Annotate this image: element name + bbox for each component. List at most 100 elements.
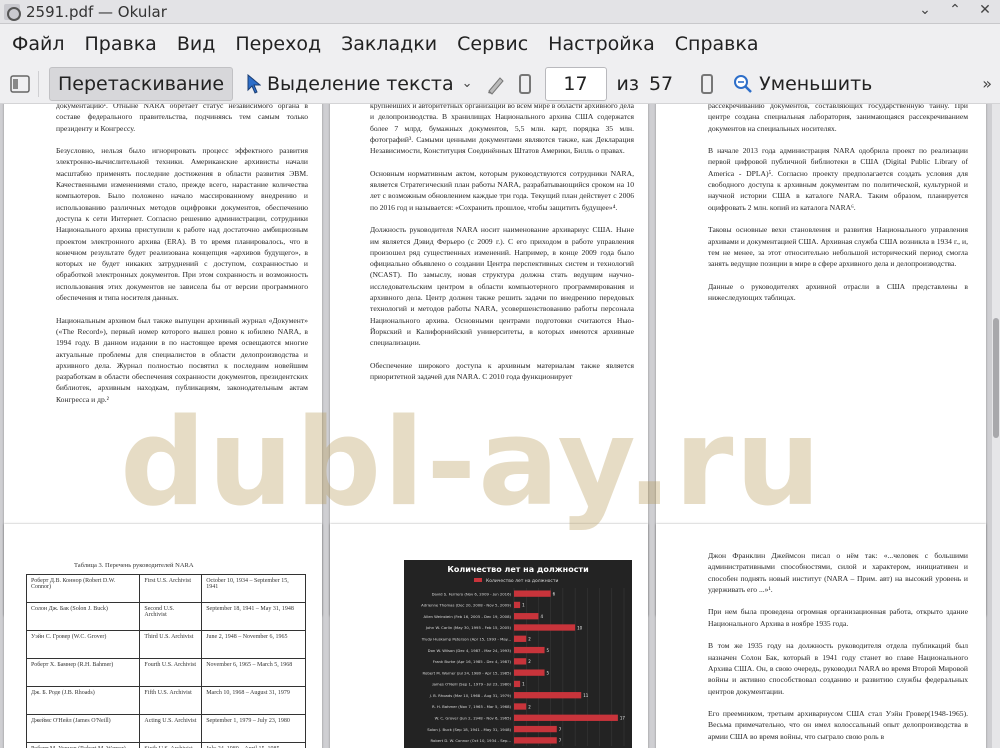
bar-value-label: 2 — [528, 637, 531, 642]
bar — [514, 658, 527, 665]
table-cell-dates: July 24, 1980 – April 15, 1985 — [201, 742, 306, 748]
category-label: Robert M. Warner (Jul 24, 1980 - Apr 15,… — [423, 670, 512, 675]
bar-value-label: 10 — [577, 625, 583, 630]
bar-value-label: 11 — [583, 693, 589, 698]
table-row: Дж. Б. Роде (J.B. Rhoads) Fifth U.S. Arch… — [25, 686, 306, 715]
category-label: J. B. Rhoads (Mar 10, 1968 - Aug 31, 197… — [429, 693, 512, 698]
page-number-input[interactable]: 17 — [544, 66, 607, 101]
bar — [514, 669, 545, 676]
table-cell-name: Уэйн С. Гровер (W.C. Grover) — [25, 630, 141, 659]
menu-file[interactable]: Файл — [0, 33, 75, 55]
previous-page-icon[interactable] — [518, 73, 531, 94]
category-label: R. H. Bahmer (Nov 7, 1965 - Mar 5, 1968) — [432, 704, 511, 709]
annotation-pen-icon[interactable] — [485, 73, 507, 95]
bar — [514, 737, 557, 744]
bar — [514, 624, 576, 631]
menu-view[interactable]: Вид — [167, 33, 226, 55]
maximize-button[interactable]: ⌃ — [946, 2, 964, 18]
table-caption: Таблица 3. Перечень руководителей NARA — [74, 562, 194, 569]
menu-bar: Файл Правка Вид Переход Закладки Сервис … — [0, 24, 1000, 64]
menu-tools[interactable]: Сервис — [447, 33, 538, 55]
table-cell-title: Third U.S. Archivist — [139, 630, 203, 659]
archivists-table: Роберт Д.В. Коннор (Robert D.W. Connor) F… — [25, 574, 306, 748]
bar — [514, 613, 539, 620]
page-18-body: рассекречиванию документов, составляющих… — [708, 104, 968, 303]
toolbar-separator — [38, 70, 39, 97]
table-row: Роберт Д.В. Коннор (Robert D.W. Connor) F… — [25, 574, 306, 603]
menu-go[interactable]: Переход — [225, 33, 331, 55]
table-cell-title: Fourth U.S. Archivist — [139, 658, 203, 687]
bar — [514, 635, 527, 642]
table-cell-name: Дж. Б. Роде (J.B. Rhoads) — [25, 686, 141, 715]
page-16-body: документацию¹. Отныне NARA обретает стат… — [56, 104, 308, 404]
table-cell-dates: October 10, 1934 – September 15, 1941 — [201, 574, 306, 603]
category-label: W. C. Grover (Jun 2, 1948 - Nov 6, 1965) — [435, 715, 512, 720]
table-cell-name: Солон Дж. Бак (Solon J. Buck) — [25, 602, 141, 631]
sidebar-toggle-icon[interactable] — [8, 72, 32, 96]
table-cell-title: Second U.S. Archivist — [139, 602, 203, 631]
table-cell-title: Fifth U.S. Archivist — [139, 686, 203, 715]
zoom-out-label: Уменьшить — [759, 72, 873, 95]
chart-container: Количество лет на должности Количество ле… — [404, 560, 632, 748]
toolbar-overflow-button[interactable]: » — [982, 74, 992, 93]
bar — [514, 692, 582, 699]
minimize-button[interactable]: ⌄ — [916, 2, 934, 18]
chart-title: Количество лет на должности — [447, 565, 588, 574]
bar — [514, 601, 521, 609]
category-label: Solon J. Buck (Sep 18, 1941 - May 31, 19… — [427, 727, 511, 732]
bar — [514, 725, 557, 733]
text-selection-label: Выделение текста — [267, 72, 454, 95]
menu-edit[interactable]: Правка — [75, 33, 167, 55]
bar — [514, 590, 551, 597]
table-cell-title: Sixth U.S. Archivist — [139, 742, 203, 748]
next-page-icon[interactable] — [701, 73, 714, 94]
document-viewport[interactable]: документацию¹. Отныне NARA обретает стат… — [0, 104, 992, 748]
category-label: James O'Neill (Sep 1, 1979 - Jul 23, 198… — [431, 682, 511, 687]
menu-bookmarks[interactable]: Закладки — [331, 33, 447, 55]
bar-value-label: 7 — [559, 738, 562, 743]
bar — [514, 703, 527, 710]
bar-value-label: 4 — [540, 614, 543, 619]
text-selection-tool-button[interactable]: Выделение текста ⌄ — [247, 73, 473, 95]
menu-help[interactable]: Справка — [665, 33, 769, 55]
browse-tool-button[interactable]: Перетаскивание — [49, 66, 234, 101]
chevron-down-icon[interactable]: ⌄ — [462, 76, 473, 91]
close-button[interactable]: ✕ — [976, 2, 994, 18]
bar-value-label: 2 — [528, 659, 531, 664]
category-label: Frank Burke (Apr 16, 1985 - Dec 4, 1987) — [433, 659, 512, 664]
title-bar: 2591.pdf — Okular ⌄ ⌃ ✕ — [0, 0, 1000, 24]
page-21-body: Джон Франклин Джеймсон писал о нём так: … — [708, 551, 968, 741]
cursor-arrow-icon — [247, 73, 262, 94]
scrollbar-thumb[interactable] — [993, 318, 999, 438]
page-19: Таблица 3. Перечень руководителей NARA Р… — [4, 524, 322, 748]
legend-swatch — [474, 578, 482, 582]
legend-label: Количество лет на должности — [486, 578, 559, 584]
bar-value-label: 2 — [528, 704, 531, 709]
bar-value-label: 5 — [547, 670, 550, 675]
total-pages-label: 57 — [648, 72, 674, 95]
bar — [514, 646, 545, 654]
browse-tool-label: Перетаскивание — [58, 72, 225, 95]
category-label: Allen Weinstein (Feb 16, 2005 - Dec 19, … — [423, 614, 511, 619]
page-17-body: крупнейших и авторитетных организаций во… — [370, 104, 634, 382]
zoom-out-button[interactable]: Уменьшить — [733, 73, 872, 95]
window-title: 2591.pdf — Okular — [26, 2, 167, 21]
page-20: Количество лет на должности Количество ле… — [330, 524, 648, 748]
bar-value-label: 17 — [620, 716, 626, 721]
category-label: David S. Ferriero (Nov 6, 2009 - Jun 201… — [432, 591, 512, 596]
bar-value-label: 5 — [547, 648, 550, 653]
category-label: Trudy Huskamp Peterson (Apr 15, 1993 - M… — [421, 636, 511, 641]
bar-value-label: 1 — [522, 603, 525, 608]
table-row: Уэйн С. Гровер (W.C. Grover) Third U.S. A… — [25, 630, 306, 659]
bar — [514, 714, 618, 721]
years-in-office-chart: Количество лет на должности Количество ле… — [421, 565, 626, 746]
menu-settings[interactable]: Настройка — [538, 33, 665, 55]
vertical-scrollbar[interactable] — [992, 104, 1000, 748]
table-row: Солон Дж. Бак (Solon J. Buck) Second U.S.… — [25, 602, 306, 631]
table-cell-name: Роберт Х. Бамнер (R.H. Bahmer) — [25, 658, 141, 687]
page-21: Джон Франклин Джеймсон писал о нём так: … — [656, 524, 986, 748]
table-cell-name: Джеймс О'Нейл (James O'Neill) — [25, 714, 141, 743]
table-cell-dates: March 10, 1968 – August 31, 1979 — [201, 686, 306, 715]
table-cell-title: Acting U.S. Archivist — [139, 714, 203, 743]
main-toolbar: Перетаскивание Выделение текста ⌄ 17 из … — [0, 64, 1000, 104]
